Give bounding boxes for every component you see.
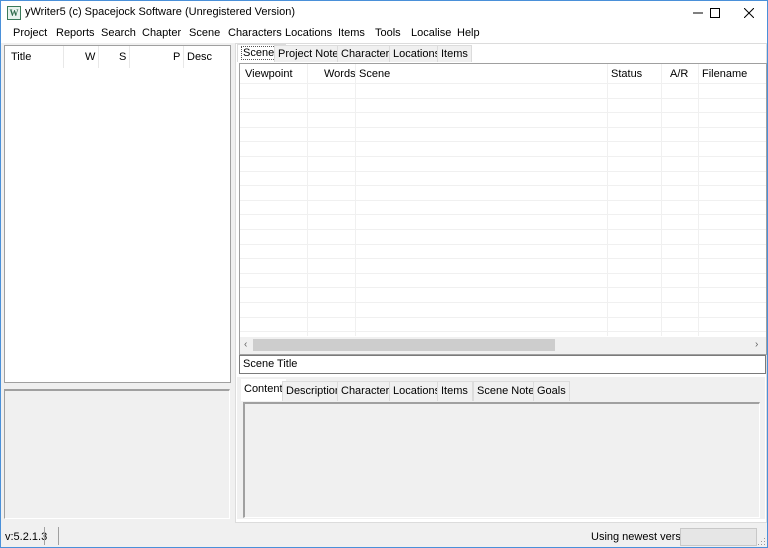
- menu-characters[interactable]: Characters: [228, 27, 282, 39]
- tab-description[interactable]: Description: [282, 381, 346, 401]
- grid-row-line: [240, 112, 766, 113]
- maximize-icon: [710, 7, 720, 18]
- tab-label: Characters: [341, 48, 395, 60]
- grid-row-line: [240, 200, 766, 201]
- column-header-words[interactable]: Words: [324, 68, 356, 80]
- title-bar: W yWriter5 (c) Spacejock Software (Unreg…: [1, 1, 767, 24]
- maximize-button[interactable]: [698, 1, 732, 24]
- tab-scene-locations[interactable]: Locations: [389, 381, 445, 401]
- grid-row-line: [240, 244, 766, 245]
- menu-locations[interactable]: Locations: [285, 27, 332, 39]
- grid-row-line: [240, 317, 766, 318]
- scrollbar-thumb[interactable]: [253, 339, 555, 351]
- column-header-w[interactable]: W: [85, 51, 95, 63]
- tab-label: Content: [244, 383, 283, 395]
- menu-localise[interactable]: Localise: [411, 27, 451, 39]
- scenes-grid[interactable]: Viewpoint Words Scene Status A/R Filenam…: [239, 63, 767, 355]
- menu-items[interactable]: Items: [338, 27, 365, 39]
- column-header-title[interactable]: Title: [11, 51, 31, 63]
- scene-title-input[interactable]: Scene Title: [239, 355, 766, 374]
- grid-row-line: [240, 287, 766, 288]
- grid-row-line: [240, 258, 766, 259]
- grid-row-line: [240, 98, 766, 99]
- tab-scene-items[interactable]: Items: [437, 381, 473, 401]
- tab-label: Items: [441, 48, 468, 60]
- horizontal-scrollbar[interactable]: ‹ ›: [240, 337, 766, 354]
- column-header-desc[interactable]: Desc: [187, 51, 212, 63]
- grid-row-line: [240, 214, 766, 215]
- grid-row-line: [240, 185, 766, 186]
- grid-row-line: [240, 171, 766, 172]
- menu-project[interactable]: Project: [13, 27, 47, 39]
- grid-row-line: [240, 127, 766, 128]
- grid-row-line: [240, 331, 766, 332]
- grid-row-line: [240, 302, 766, 303]
- column-header-scene[interactable]: Scene: [359, 68, 390, 80]
- grid-row-line: [240, 156, 766, 157]
- tab-locations[interactable]: Locations: [389, 45, 445, 62]
- menu-help[interactable]: Help: [457, 27, 480, 39]
- column-divider[interactable]: [98, 46, 99, 68]
- scene-content-editor[interactable]: [243, 402, 760, 518]
- tab-goals[interactable]: Goals: [533, 381, 570, 401]
- grid-row-line: [240, 83, 766, 84]
- resize-grip-icon[interactable]: [758, 538, 766, 546]
- menu-reports[interactable]: Reports: [56, 27, 95, 39]
- column-divider[interactable]: [183, 46, 184, 68]
- tab-label: Goals: [537, 385, 566, 397]
- tab-label: Locations: [393, 385, 441, 397]
- chapter-description-panel[interactable]: [4, 389, 230, 519]
- tab-label: Description: [286, 385, 342, 397]
- app-window: W yWriter5 (c) Spacejock Software (Unreg…: [0, 0, 768, 548]
- chapter-list[interactable]: Title W S P Desc: [4, 45, 231, 383]
- menu-scene[interactable]: Scene: [189, 27, 220, 39]
- version-label: v:5.2.1.3: [5, 531, 48, 543]
- column-header-s[interactable]: S: [119, 51, 126, 63]
- column-divider[interactable]: [129, 46, 130, 68]
- column-header-p[interactable]: P: [173, 51, 180, 63]
- column-header-viewpoint[interactable]: Viewpoint: [245, 68, 293, 80]
- menu-search[interactable]: Search: [101, 27, 136, 39]
- menu-tools[interactable]: Tools: [375, 27, 401, 39]
- scroll-left-icon[interactable]: ‹: [244, 339, 247, 350]
- grid-row-line: [240, 229, 766, 230]
- column-divider[interactable]: [63, 46, 64, 68]
- tab-label: Items: [441, 385, 468, 397]
- tab-content[interactable]: Content: [241, 379, 286, 401]
- app-logo-icon: W: [7, 6, 21, 20]
- grid-row-line: [240, 273, 766, 274]
- column-header-filename[interactable]: Filename: [702, 68, 747, 80]
- tab-label: Project Notes: [278, 48, 345, 60]
- column-header-status[interactable]: Status: [611, 68, 642, 80]
- status-divider: [44, 527, 45, 545]
- close-icon: [744, 7, 754, 18]
- grid-row-line: [240, 141, 766, 142]
- menu-bar: Project Reports Search Chapter Scene Cha…: [1, 24, 767, 43]
- close-button[interactable]: [732, 1, 766, 24]
- column-header-ar[interactable]: A/R: [670, 68, 688, 80]
- menu-chapter[interactable]: Chapter: [142, 27, 181, 39]
- window-title: yWriter5 (c) Spacejock Software (Unregis…: [25, 6, 296, 18]
- scroll-right-icon[interactable]: ›: [755, 339, 758, 350]
- tab-items[interactable]: Items: [437, 45, 472, 62]
- progress-box: [680, 528, 757, 546]
- tab-label: Locations: [393, 48, 441, 60]
- tab-label: Characters: [341, 385, 395, 397]
- tab-label: Scene Notes: [477, 385, 540, 397]
- status-divider: [58, 527, 59, 545]
- status-bar: v:5.2.1.3 Using newest version: [1, 524, 767, 547]
